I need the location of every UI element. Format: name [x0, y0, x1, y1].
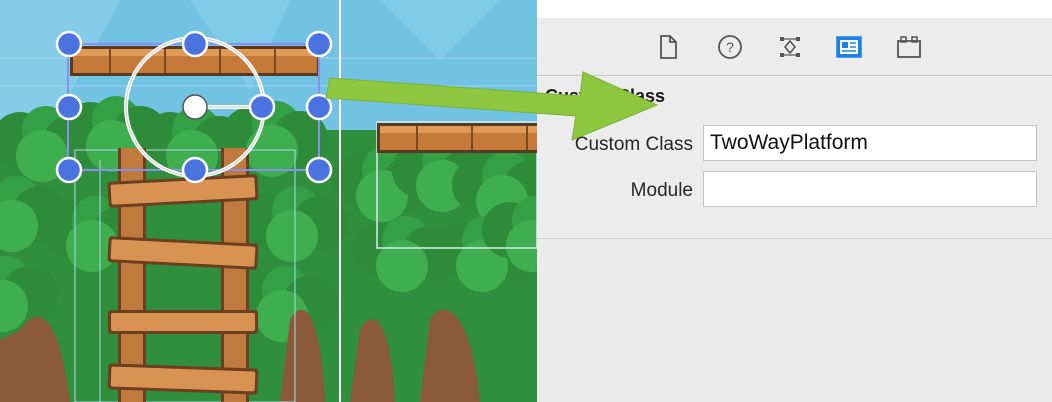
resize-handle-bottom[interactable] — [181, 156, 209, 184]
identity-icon — [780, 37, 800, 57]
inspector-panel: ? Custom Class Custom Class TwoWayPlatfo… — [537, 0, 1052, 402]
resize-handle-top-right[interactable] — [305, 30, 333, 58]
resize-handle-bottom-right[interactable] — [305, 156, 333, 184]
resize-handle-bottom-left[interactable] — [55, 156, 83, 184]
file-icon — [660, 35, 677, 59]
tab-size-inspector[interactable] — [894, 32, 924, 62]
module-field[interactable] — [703, 171, 1037, 207]
inspector-tab-bar: ? — [537, 18, 1052, 76]
resize-handle-top[interactable] — [181, 30, 209, 58]
inspector-empty-area — [537, 239, 1052, 402]
resize-handle-top-left[interactable] — [55, 30, 83, 58]
size-icon — [897, 36, 921, 58]
custom-class-section-title: Custom Class — [545, 86, 666, 106]
module-label: Module — [630, 180, 693, 201]
selection-handles — [55, 30, 333, 184]
inspector-top-strip — [537, 0, 1052, 18]
tab-quick-help[interactable]: ? — [715, 32, 745, 62]
resize-handle-right[interactable] — [305, 93, 333, 121]
custom-class-field[interactable] — [703, 125, 1037, 161]
tab-identity-inspector[interactable] — [775, 32, 805, 62]
rotation-handle[interactable] — [248, 93, 276, 121]
custom-class-label: Custom Class — [574, 134, 693, 155]
tab-file-inspector[interactable] — [653, 32, 683, 62]
scene-editor-canvas[interactable] — [0, 0, 537, 402]
quick-help-icon: ? — [718, 35, 742, 59]
svg-text:?: ? — [726, 39, 734, 55]
resize-handle-left[interactable] — [55, 93, 83, 121]
tab-attributes-inspector[interactable] — [834, 32, 864, 62]
attributes-icon — [836, 36, 862, 58]
